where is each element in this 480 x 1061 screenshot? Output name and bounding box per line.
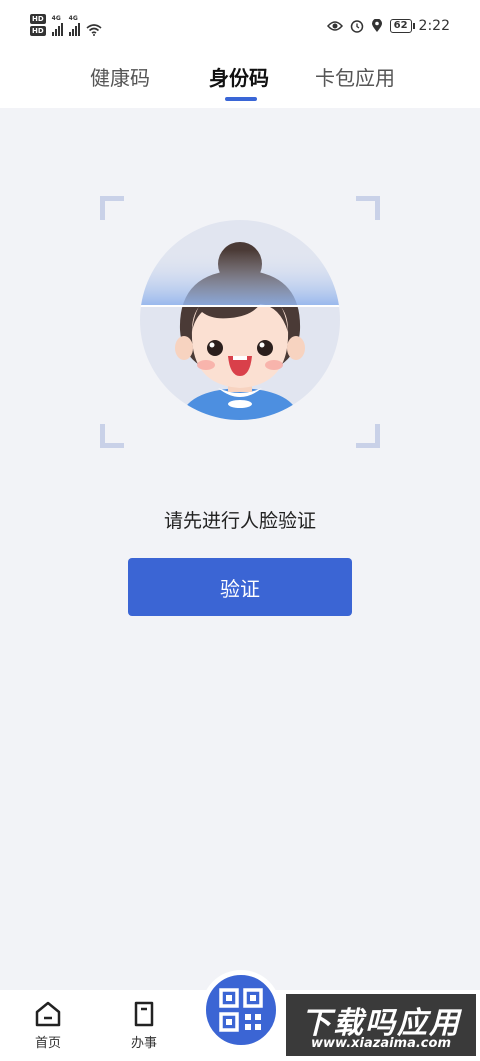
nav-home[interactable]: 首页 (18, 1000, 78, 1051)
wifi-icon (86, 24, 102, 36)
active-tab-indicator (225, 97, 257, 101)
frame-corner (100, 196, 124, 220)
network-type: 4G (51, 15, 61, 22)
nav-tasks-label: 办事 (130, 1036, 157, 1051)
location-icon (371, 19, 382, 32)
watermark-url: www.xiazaima.com (311, 1036, 451, 1051)
clock: 2:22 (418, 18, 450, 34)
battery-indicator: 62 (389, 19, 415, 33)
hd-indicators: HD HD (30, 14, 46, 36)
frame-corner (100, 424, 124, 448)
face-verification-prompt: 请先进行人脸验证 (163, 510, 316, 532)
home-icon (35, 1001, 61, 1027)
nav-home-label: 首页 (34, 1036, 61, 1051)
hd-badge: HD (30, 14, 46, 24)
qr-code-icon (219, 988, 263, 1032)
status-left: HD HD 4G 4G (30, 14, 102, 36)
network-type: 4G (68, 15, 78, 22)
signal-icon: 4G (68, 15, 80, 36)
alarm-icon (350, 20, 363, 33)
verify-button[interactable]: 验证 (128, 558, 352, 616)
tab-card-apps[interactable]: 卡包应用 (315, 62, 395, 91)
status-right: 62 2:22 (326, 18, 450, 34)
face-avatar-illustration (140, 220, 340, 420)
nav-tasks[interactable]: 办事 (114, 1000, 174, 1051)
top-tab-bar: 健康码 身份码 卡包应用 (0, 56, 480, 108)
frame-corner (356, 424, 380, 448)
hd-badge: HD (30, 26, 46, 36)
status-bar: HD HD 4G 4G 62 2:22 (0, 0, 480, 56)
watermark-logo: 下载吗应用 www.xiazaima.com (286, 994, 476, 1056)
signal-icon: 4G (51, 15, 63, 36)
eye-icon (326, 21, 343, 31)
tab-identity-code[interactable]: 身份码 (209, 62, 269, 91)
frame-corner (356, 196, 380, 220)
tab-health-code[interactable]: 健康码 (90, 62, 150, 91)
qr-code-button[interactable] (201, 970, 281, 1050)
document-icon (134, 1001, 154, 1027)
